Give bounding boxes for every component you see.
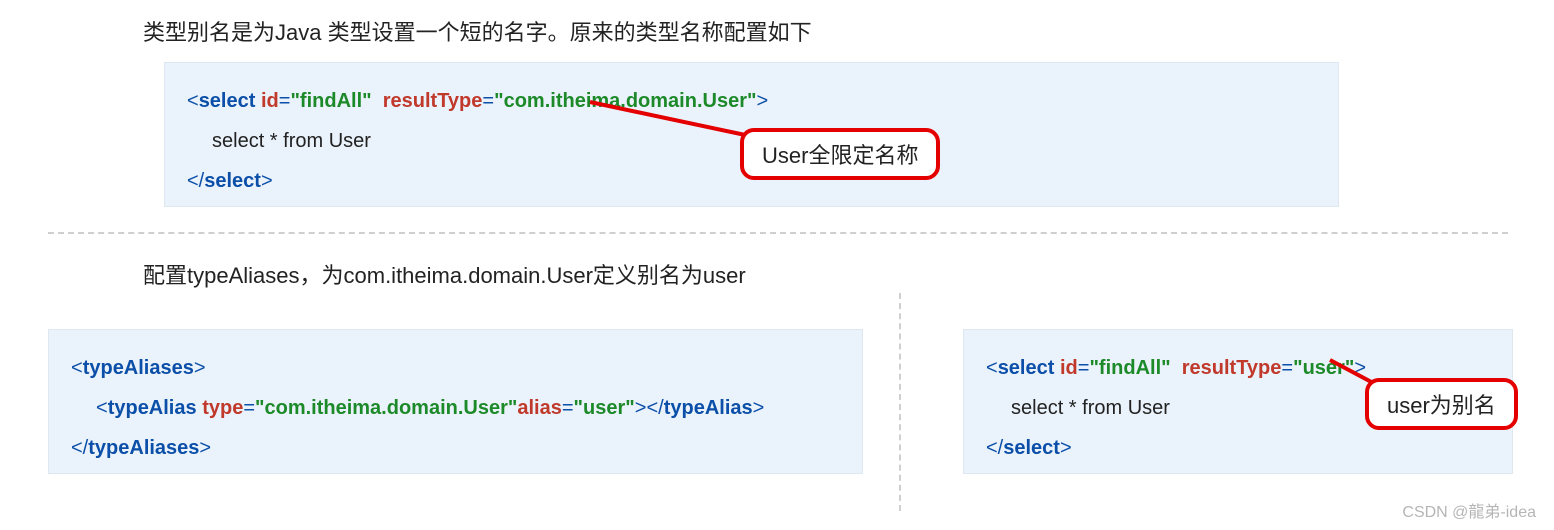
xml-attr-resulttype: resultType: [383, 90, 483, 112]
callout-fqn: User全限定名称: [740, 128, 940, 180]
xml-close-lt: </: [187, 170, 204, 192]
xml-close-gt: >: [199, 437, 211, 459]
xml-val-type: "com.itheima.domain.User": [255, 397, 517, 419]
xml-attr-type: type: [202, 397, 243, 419]
code-line: <select id="findAll" resultType="com.ith…: [187, 81, 1316, 121]
xml-val-alias: "user": [574, 397, 635, 419]
xml-close-gt: >: [753, 397, 765, 419]
xml-close-lt: </: [646, 397, 663, 419]
xml-eq: =: [1078, 357, 1090, 379]
xml-eq: =: [562, 397, 574, 419]
code-line: </select>: [986, 428, 1490, 468]
heading-typealiases: 配置typeAliases，为com.itheima.domain.User定义…: [143, 258, 746, 290]
xml-close-lt: </: [71, 437, 88, 459]
xml-tag-select-close: select: [204, 170, 261, 192]
xml-gt: >: [635, 397, 647, 419]
xml-gt: >: [194, 357, 206, 379]
heading-original-type: 类型别名是为Java 类型设置一个短的名字。原来的类型名称配置如下: [143, 15, 812, 47]
xml-attr-id: id: [1060, 357, 1078, 379]
xml-tag-typealias-close: typeAlias: [664, 397, 753, 419]
code-line: </typeAliases>: [71, 428, 840, 468]
xml-lt: <: [71, 357, 83, 379]
xml-tag-select: select: [199, 90, 256, 112]
xml-gt: >: [756, 90, 768, 112]
xml-tag-select-close: select: [1003, 437, 1060, 459]
xml-lt: <: [187, 90, 199, 112]
xml-lt: <: [96, 397, 108, 419]
xml-tag-typealiases: typeAliases: [83, 357, 194, 379]
code-line: <typeAliases>: [71, 348, 840, 388]
xml-close-gt: >: [261, 170, 273, 192]
xml-close-gt: >: [1060, 437, 1072, 459]
xml-eq: =: [1281, 357, 1293, 379]
code-line: <typeAlias type="com.itheima.domain.User…: [96, 388, 840, 428]
xml-close-lt: </: [986, 437, 1003, 459]
xml-tag-typealias: typeAlias: [108, 397, 197, 419]
vertical-divider: [899, 293, 901, 511]
code-block-typealiases: <typeAliases> <typeAlias type="com.ithei…: [48, 329, 863, 474]
xml-eq: =: [279, 90, 291, 112]
xml-attr-id: id: [261, 90, 279, 112]
callout-alias: user为别名: [1365, 378, 1518, 430]
xml-eq: =: [243, 397, 255, 419]
xml-val-id: "findAll": [290, 90, 371, 112]
xml-attr-resulttype: resultType: [1182, 357, 1282, 379]
xml-val-id: "findAll": [1089, 357, 1170, 379]
horizontal-divider: [48, 232, 1508, 234]
xml-eq: =: [482, 90, 494, 112]
xml-tag-select: select: [998, 357, 1055, 379]
xml-lt: <: [986, 357, 998, 379]
xml-attr-alias: alias: [517, 397, 561, 419]
watermark: CSDN @龍弟-idea: [1402, 498, 1536, 522]
xml-tag-typealiases-close: typeAliases: [88, 437, 199, 459]
